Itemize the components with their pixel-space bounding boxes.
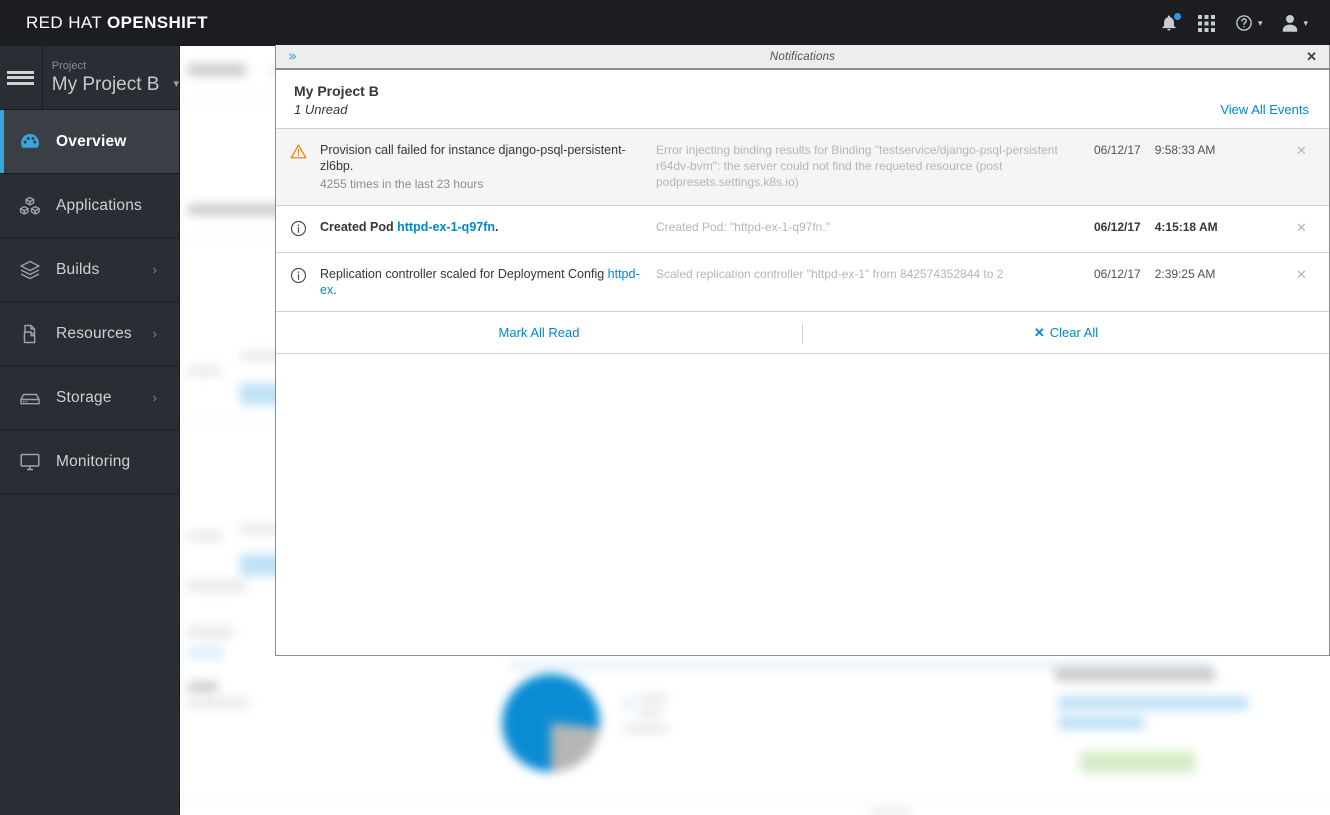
dismiss-notification-button[interactable]: ✕ (1274, 142, 1329, 159)
notification-message-block: Replication controller scaled for Deploy… (320, 266, 656, 298)
sidebar-item-label: Applications (56, 196, 142, 214)
project-label: Project (51, 59, 87, 72)
notification-date: 06/12/17 (1094, 220, 1141, 234)
notification-message-text: Created Pod (320, 220, 398, 234)
notification-time: 9:58:33 AM (1154, 143, 1216, 157)
warning-triangle-icon (276, 142, 320, 160)
sidebar-item-label: Overview (56, 132, 127, 150)
drawer-unread-count: 1 Unread (294, 102, 348, 117)
sidebar: Project My Project B ▾ Overview Applicat… (0, 45, 180, 815)
dashboard-icon (18, 130, 56, 154)
sidebar-item-applications[interactable]: Applications (0, 174, 179, 238)
menu-icon[interactable] (0, 45, 43, 110)
clear-all-label: Clear All (1049, 325, 1099, 340)
cubes-icon (18, 194, 56, 218)
openshift-console: RED HAT OPENSHIFT ▾ ▾ Project My Project… (0, 0, 1330, 815)
notification-badge (1172, 12, 1182, 21)
sidebar-item-builds[interactable]: Builds › (0, 238, 179, 302)
project-name-text: My Project B (51, 73, 160, 95)
notification-message-suffix: . (333, 283, 337, 297)
project-name: My Project B ▾ (52, 73, 179, 96)
notification-message-block: Created Pod httpd-ex-1-q97fn. (320, 219, 656, 235)
drawer-title: Notifications (769, 50, 836, 63)
notification-time: 2:39:25 AM (1154, 267, 1216, 281)
layers-icon (18, 258, 56, 282)
help-icon[interactable]: ▾ (1235, 14, 1263, 32)
notification-timestamp: 06/12/17 4:15:18 AM (1094, 219, 1274, 234)
notification-message: Replication controller scaled for Deploy… (320, 266, 646, 298)
dismiss-notification-button[interactable]: ✕ (1274, 266, 1329, 283)
sidebar-item-overview[interactable]: Overview (0, 110, 179, 174)
drawer-project-name: My Project B (294, 83, 379, 99)
notification-list: Provision call failed for instance djang… (276, 129, 1329, 312)
sidebar-item-label: Storage (56, 388, 112, 406)
notification-message-text: Replication controller scaled for Deploy… (320, 267, 608, 281)
sidebar-item-storage[interactable]: Storage › (0, 366, 179, 430)
clear-all-button[interactable]: ✕ Clear All (803, 312, 1329, 353)
notification-resource-link[interactable]: httpd-ex-1-q97fn (397, 220, 495, 234)
masthead: RED HAT OPENSHIFT ▾ ▾ (0, 0, 1330, 46)
drawer-titlebar: » Notifications ✕ (276, 45, 1329, 70)
brand-bold: OPENSHIFT (106, 13, 208, 32)
sidebar-item-label: Builds (56, 260, 100, 278)
drawer-header-left: My Project B 1 Unread (294, 82, 379, 118)
app-grid-icon[interactable] (1197, 14, 1215, 32)
brand-prefix: RED HAT (26, 13, 107, 32)
notification-detail: Created Pod: "httpd-ex-1-q97fn." (656, 220, 830, 234)
notification-message-block: Provision call failed for instance djang… (320, 142, 656, 192)
close-drawer-button[interactable]: ✕ (1306, 45, 1317, 68)
files-icon (18, 322, 56, 346)
notification-subtext: 4255 times in the last 23 hours (320, 177, 484, 191)
sidebar-item-label: Resources (56, 324, 132, 342)
info-circle-icon (276, 266, 320, 284)
notification-message: Provision call failed for instance djang… (320, 143, 626, 173)
chevron-right-icon: › (152, 262, 157, 277)
notification-timestamp: 06/12/17 2:39:25 AM (1094, 266, 1274, 281)
dismiss-notification-button[interactable]: ✕ (1274, 219, 1329, 236)
notification-message-suffix: . (495, 220, 499, 234)
notification-row[interactable]: Created Pod httpd-ex-1-q97fn. Created Po… (276, 206, 1329, 253)
chevron-down-icon: ▾ (1257, 17, 1263, 28)
notification-message: Created Pod httpd-ex-1-q97fn. (320, 219, 646, 235)
drawer-header: My Project B 1 Unread View All Events (276, 70, 1329, 129)
sidebar-item-monitoring[interactable]: Monitoring (0, 430, 179, 494)
chevron-right-icon: › (152, 326, 157, 341)
drawer-footer: Mark All Read ✕ Clear All (276, 312, 1329, 354)
chevron-right-icon: › (152, 390, 157, 405)
notifications-drawer: » Notifications ✕ My Project B 1 Unread … (275, 45, 1330, 656)
notification-row[interactable]: Replication controller scaled for Deploy… (276, 253, 1329, 312)
chevron-down-icon: ▾ (1303, 17, 1308, 28)
monitor-icon (18, 450, 56, 474)
notification-row[interactable]: Provision call failed for instance djang… (276, 129, 1329, 206)
user-icon[interactable]: ▾ (1282, 14, 1308, 32)
sidebar-item-label: Monitoring (56, 452, 131, 470)
expand-drawer-icon[interactable]: » (284, 45, 301, 68)
mark-all-read-button[interactable]: Mark All Read (276, 312, 802, 353)
masthead-actions: ▾ ▾ (1160, 12, 1330, 32)
view-all-events-link[interactable]: View All Events (1220, 101, 1309, 118)
storage-icon (18, 386, 56, 410)
drawer-empty-area (276, 354, 1329, 655)
notification-detail: Scaled replication controller "httpd-ex-… (656, 267, 1004, 281)
project-selector[interactable]: Project My Project B ▾ (43, 60, 179, 96)
info-circle-icon (276, 219, 320, 237)
notification-date: 06/12/17 (1094, 143, 1141, 157)
close-icon: ✕ (1033, 324, 1045, 340)
brand-logo[interactable]: RED HAT OPENSHIFT (26, 13, 208, 33)
chevron-down-icon: ▾ (173, 77, 179, 90)
notification-bell-icon[interactable] (1160, 12, 1182, 32)
notification-timestamp: 06/12/17 9:58:33 AM (1094, 142, 1274, 157)
notification-detail: Error injecting binding results for Bind… (656, 143, 1058, 189)
sidebar-project-bar: Project My Project B ▾ (0, 45, 179, 110)
notification-time: 4:15:18 AM (1154, 220, 1218, 234)
notification-date: 06/12/17 (1094, 267, 1141, 281)
sidebar-item-resources[interactable]: Resources › (0, 302, 179, 366)
